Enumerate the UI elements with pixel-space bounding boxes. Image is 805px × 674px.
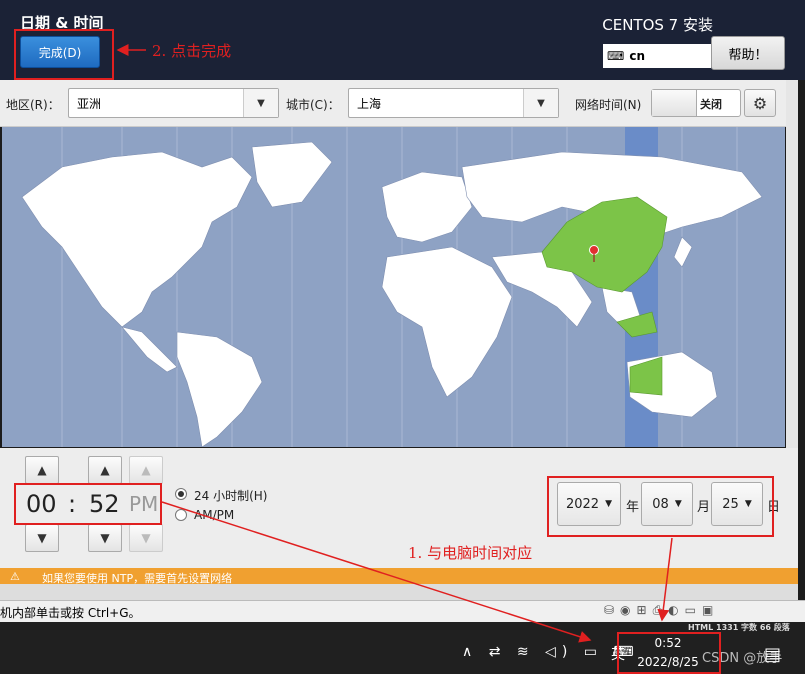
- switch-knob[interactable]: [652, 90, 697, 116]
- ampm-down-button[interactable]: ▼: [129, 524, 163, 552]
- city-label: 城市(C)：: [286, 98, 340, 112]
- format-ampm-label: AM/PM: [194, 508, 235, 522]
- chevron-down-icon: ▼: [37, 531, 47, 545]
- annotation-step2: 2. 点击完成: [152, 42, 232, 60]
- chevron-up-icon: ▲: [141, 463, 151, 477]
- location-pin-icon: [589, 245, 599, 255]
- hour-down-button[interactable]: ▼: [25, 524, 59, 552]
- world-map-drawing: [21, 127, 763, 447]
- keyboard-icon: ⌨: [607, 49, 625, 63]
- chevron-down-icon: ▼: [100, 531, 110, 545]
- minute-up-button[interactable]: ▲: [88, 456, 122, 484]
- annotation-step1: 1. 与电脑时间对应: [408, 544, 533, 562]
- chevron-up-icon: ▲: [100, 463, 110, 477]
- vm-device-icons[interactable]: ⛁◉⊞⎙◐▭▣: [604, 603, 719, 618]
- ampm-up-button[interactable]: ▲: [129, 456, 163, 484]
- region-combo[interactable]: 亚洲 ▼: [68, 88, 279, 118]
- ntp-config-button[interactable]: ⚙: [744, 89, 776, 117]
- format-24h-radio[interactable]: [175, 488, 187, 500]
- horizontal-scrollbar[interactable]: [0, 584, 798, 600]
- ntp-warning-bar: ⚠ 如果您要使用 NTP，需要首先设置网络: [0, 568, 798, 584]
- annotation-box-clock: [617, 632, 721, 674]
- chevron-up-icon: ▲: [37, 463, 47, 477]
- timezone-map[interactable]: [2, 127, 785, 447]
- region-value: 亚洲: [77, 97, 102, 111]
- vm-hint-text: 机内部单击或按 Ctrl+G。: [0, 606, 141, 620]
- city-combo[interactable]: 上海 ▼: [348, 88, 559, 118]
- chevron-down-icon: ▼: [523, 89, 558, 117]
- help-button[interactable]: 帮助！: [711, 36, 785, 70]
- warning-text: 如果您要使用 NTP，需要首先设置网络: [42, 572, 233, 584]
- hour-up-button[interactable]: ▲: [25, 456, 59, 484]
- chevron-down-icon: ▼: [243, 89, 278, 117]
- format-24h-label: 24 小时制(H): [194, 489, 268, 503]
- annotation-box-done: [14, 29, 114, 80]
- timezone-toolbar: 地区(R)： 亚洲 ▼ 城市(C)： 上海 ▼ 网络时间(N) 关闭 ⚙: [0, 80, 798, 127]
- notification-icon[interactable]: ▤: [764, 644, 781, 665]
- keyboard-layout-indicator[interactable]: ⌨ cn: [603, 44, 711, 68]
- keyboard-layout-value: cn: [629, 49, 645, 63]
- format-ampm-radio[interactable]: [175, 509, 187, 521]
- city-value: 上海: [357, 97, 382, 111]
- network-time-state: 关闭: [700, 98, 722, 111]
- region-label: 地区(R)：: [6, 98, 60, 112]
- chevron-down-icon: ▼: [141, 531, 151, 545]
- product-title: CENTOS 7 安装: [602, 16, 713, 34]
- annotation-box-date: [547, 476, 774, 537]
- minute-down-button[interactable]: ▼: [88, 524, 122, 552]
- network-time-label: 网络时间(N): [575, 98, 642, 112]
- installer-header: [0, 0, 805, 80]
- annotation-box-time: [14, 483, 162, 525]
- gear-icon: ⚙: [752, 93, 768, 113]
- warning-icon: ⚠: [10, 570, 20, 583]
